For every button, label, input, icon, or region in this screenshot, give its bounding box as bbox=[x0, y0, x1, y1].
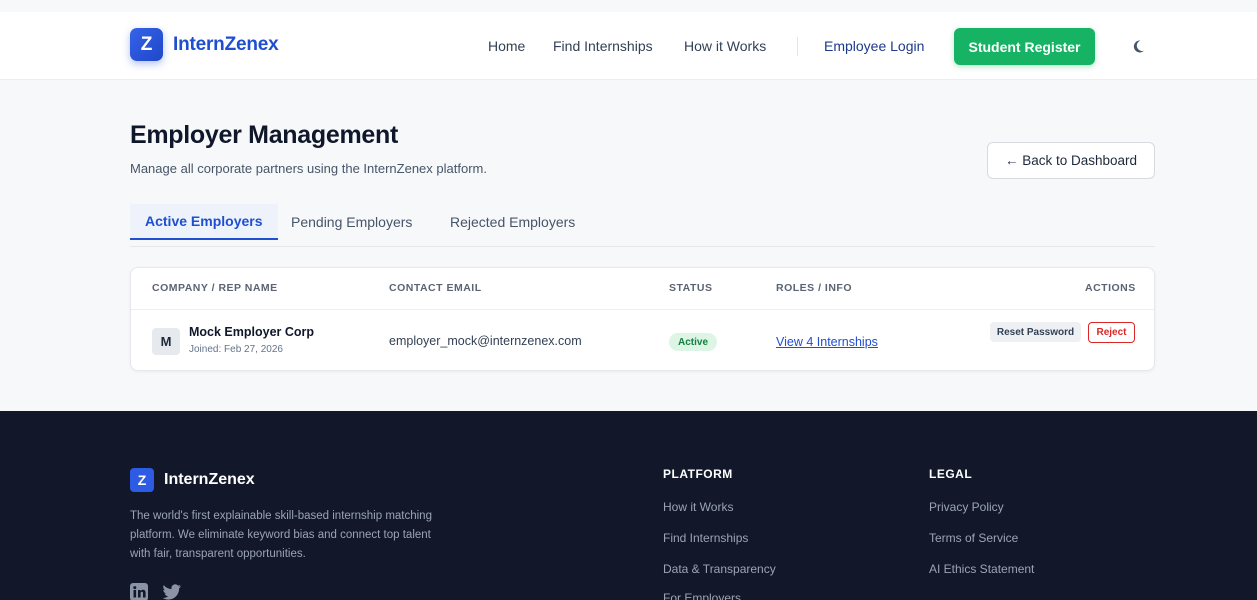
nav-how-it-works-link[interactable]: How it Works bbox=[684, 12, 766, 80]
twitter-icon[interactable] bbox=[162, 583, 182, 600]
page-title: Employer Management bbox=[130, 121, 398, 149]
tab-rejected-employers[interactable]: Rejected Employers bbox=[450, 204, 575, 240]
student-register-button[interactable]: Student Register bbox=[954, 28, 1095, 65]
table-header: COMPANY / REP NAME CONTACT EMAIL STATUS … bbox=[131, 268, 1154, 310]
social-links bbox=[130, 583, 182, 600]
contact-email: employer_mock@internzenex.com bbox=[389, 334, 582, 348]
nav-employee-login-link[interactable]: Employee Login bbox=[824, 12, 924, 80]
column-header-company: COMPANY / REP NAME bbox=[152, 282, 278, 294]
footer-logo[interactable]: Z InternZenex bbox=[130, 468, 255, 492]
footer-description: The world's first explainable skill-base… bbox=[130, 510, 432, 560]
avatar: M bbox=[152, 328, 180, 355]
company-name: Mock Employer Corp bbox=[189, 325, 315, 339]
column-header-actions: ACTIONS bbox=[1085, 282, 1136, 294]
footer-link-find-internships[interactable]: Find Internships bbox=[663, 531, 748, 545]
brand-name: InternZenex bbox=[173, 33, 279, 55]
footer-link-terms-of-service[interactable]: Terms of Service bbox=[929, 531, 1018, 545]
footer-logo-mark-icon: Z bbox=[130, 468, 154, 492]
nav-home-link[interactable]: Home bbox=[488, 12, 525, 80]
footer-link-privacy-policy[interactable]: Privacy Policy bbox=[929, 500, 1004, 514]
moon-icon[interactable] bbox=[1128, 36, 1148, 56]
column-header-email: CONTACT EMAIL bbox=[389, 282, 482, 294]
footer-link-how-it-works[interactable]: How it Works bbox=[663, 500, 733, 514]
footer-link-for-employers[interactable]: For Employers bbox=[663, 591, 741, 600]
footer-link-data-transparency[interactable]: Data & Transparency bbox=[663, 562, 776, 576]
linkedin-icon[interactable] bbox=[130, 583, 148, 600]
table-row: M Mock Employer Corp Joined: Feb 27, 202… bbox=[131, 310, 1154, 372]
column-header-status: STATUS bbox=[669, 282, 713, 294]
footer-platform-title: PLATFORM bbox=[663, 467, 733, 481]
footer: Z InternZenex The world's first explaina… bbox=[0, 411, 1257, 600]
reject-button[interactable]: Reject bbox=[1088, 322, 1135, 343]
footer-link-ai-ethics[interactable]: AI Ethics Statement bbox=[929, 562, 1034, 576]
joined-date: Joined: Feb 27, 2026 bbox=[189, 344, 283, 355]
column-header-roles: ROLES / INFO bbox=[776, 282, 853, 294]
tab-pending-employers[interactable]: Pending Employers bbox=[291, 204, 412, 240]
nav-find-internships-link[interactable]: Find Internships bbox=[553, 12, 653, 80]
view-internships-link[interactable]: View 4 Internships bbox=[776, 335, 878, 349]
footer-legal-title: LEGAL bbox=[929, 467, 973, 481]
top-navbar: Z InternZenex Home Find Internships How … bbox=[0, 12, 1257, 80]
brand-logo[interactable]: Z InternZenex bbox=[130, 28, 279, 61]
reset-password-button[interactable]: Reset Password bbox=[990, 322, 1081, 342]
employer-tabs: Active Employers Pending Employers Rejec… bbox=[130, 204, 1155, 247]
status-badge: Active bbox=[669, 333, 717, 351]
page-subtitle: Manage all corporate partners using the … bbox=[130, 161, 487, 176]
tab-active-employers[interactable]: Active Employers bbox=[130, 204, 278, 240]
logo-mark-icon: Z bbox=[130, 28, 163, 61]
employers-table: COMPANY / REP NAME CONTACT EMAIL STATUS … bbox=[130, 267, 1155, 371]
back-to-dashboard-button[interactable]: ← Back to Dashboard bbox=[987, 142, 1155, 179]
nav-divider bbox=[797, 37, 798, 56]
footer-brand-name: InternZenex bbox=[164, 471, 255, 488]
